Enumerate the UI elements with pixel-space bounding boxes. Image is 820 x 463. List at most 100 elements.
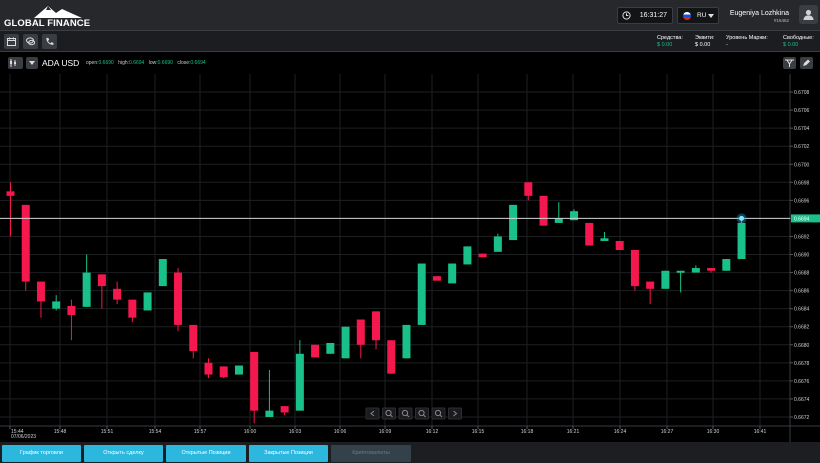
open-trade-button[interactable]: Открыть сделку [84, 445, 163, 462]
funds-label: Средства: [657, 35, 683, 41]
y-tick-label-10: 0.6688 [794, 271, 810, 277]
zoom-in-button[interactable] [415, 407, 429, 420]
candle-body-29 [448, 263, 457, 284]
x-tick-label-5: 16:00 [244, 429, 257, 435]
free-value: $ 0.00 [783, 42, 799, 48]
funds: Средства: $ 0.00 [657, 35, 683, 48]
scroll-right-button[interactable] [448, 407, 462, 420]
x-tick-label-8: 16:09 [379, 429, 392, 435]
candle-body-32 [493, 236, 502, 252]
user-icon [803, 9, 814, 20]
candle-body-26 [402, 324, 411, 359]
time-text: 16:31:27 [639, 12, 667, 19]
candle-body-5 [82, 272, 91, 307]
y-tick-label-3: 0.6702 [794, 144, 810, 150]
zoom-in-button-bg [415, 407, 429, 420]
zoom-out-button-bg [382, 407, 396, 420]
candle-body-2 [36, 281, 45, 302]
x-tick-label-2: 15:51 [101, 429, 114, 435]
bottom-bar: График торговли Открыть сделку Открытые … [0, 442, 820, 463]
chart-type-button[interactable] [8, 57, 23, 69]
candle-body-39 [600, 238, 609, 241]
x-tick-label-16: 16:41 [754, 429, 767, 435]
chart-header: ADA USD open:0.6690 high:0.6694 low:0.66… [0, 52, 820, 74]
user-id: #16462 [773, 18, 789, 23]
candle-body-12 [189, 324, 198, 352]
symbol-name: ADA USD [42, 58, 80, 68]
candle-body-0 [6, 191, 15, 196]
candle-body-36 [554, 218, 563, 223]
candle-body-41 [630, 250, 639, 287]
low-label: low: [148, 60, 158, 66]
open-positions-button[interactable]: Открытые Позиции [166, 445, 246, 462]
candle-body-8 [128, 299, 137, 318]
x-tick-label-7: 16:06 [334, 429, 347, 435]
crypto-button[interactable]: Криптовалюты [331, 445, 411, 462]
candle-body-10 [158, 259, 167, 287]
candle-body-9 [143, 292, 152, 311]
candle-body-23 [356, 319, 365, 345]
candle-body-4 [67, 305, 76, 315]
x-tick-label-6: 16:03 [289, 429, 302, 435]
zoom-fit-button[interactable] [431, 407, 446, 420]
zoom-reset-button[interactable] [398, 407, 413, 420]
close-value: 0.6694 [190, 60, 206, 66]
timeframe-dropdown[interactable] [26, 57, 38, 69]
top-bar: GLOBAL FINANCE 16:31:27 RU Eugeniya Lozh… [0, 0, 820, 31]
zoom-out-button[interactable] [382, 407, 396, 420]
candle-body-17 [265, 410, 274, 417]
pencil-icon [803, 59, 810, 66]
scroll-left-button[interactable] [365, 407, 380, 420]
equity-value: $ 0.00 [695, 42, 711, 48]
y-tick-label-8: 0.6692 [794, 234, 810, 240]
margin-level: Уровень Маржи: - [726, 35, 768, 48]
high-value: 0.6694 [129, 60, 145, 66]
x-tick-label-14: 16:27 [661, 429, 674, 435]
x-tick-label-15: 16:30 [707, 429, 720, 435]
equity-label: Эквити: [695, 35, 715, 41]
x-tick-label-3: 15:54 [149, 429, 162, 435]
funds-value: $ 0.00 [657, 42, 673, 48]
x-tick-label-9: 16:12 [426, 429, 439, 435]
x-tick-label-11: 16:18 [521, 429, 534, 435]
close-label: close: [177, 60, 191, 66]
trading-chart-button[interactable]: График торговли [2, 445, 81, 462]
calendar-icon [7, 37, 16, 46]
logo-mountains-icon [34, 6, 82, 18]
closed-positions-button[interactable]: Закрытые Позиции [249, 445, 328, 462]
language-select[interactable]: RU [677, 7, 719, 24]
scroll-left-button-bg [365, 407, 380, 420]
candle-body-47 [722, 259, 731, 271]
zoom-fit-button-bg [431, 407, 446, 420]
chart-settings-button[interactable] [783, 57, 796, 69]
candle-body-31 [478, 253, 487, 258]
x-tick-label-12: 16:21 [567, 429, 580, 435]
chevron-down-icon [29, 61, 35, 65]
indicators-icon [785, 59, 794, 67]
candle-body-38 [585, 222, 594, 246]
ohlc-info: open:0.6690 high:0.6694 low:0.6690 close… [86, 60, 209, 66]
candlestick-chart[interactable]: 0.6708 0.6706 0.6704 0.6702 0.6700 0.6698 0.66… [0, 74, 820, 442]
drawing-tools-button[interactable] [800, 57, 813, 69]
y-tick-label-14: 0.6680 [794, 343, 810, 349]
free-margin: Свободные: $ 0.00 [783, 35, 814, 48]
y-tick-label-11: 0.6686 [794, 289, 810, 295]
candle-body-45 [691, 268, 700, 273]
chat-button[interactable] [23, 34, 38, 49]
candle-body-15 [234, 365, 243, 375]
y-tick-label-16: 0.6676 [794, 379, 810, 385]
calendar-button[interactable] [4, 34, 19, 49]
candle-body-25 [387, 340, 396, 374]
candle-body-42 [646, 281, 655, 289]
phone-button[interactable] [42, 34, 57, 49]
avatar[interactable] [799, 5, 818, 24]
price-pulse-inner [739, 215, 745, 221]
candle-body-1 [21, 204, 30, 282]
logo[interactable]: GLOBAL FINANCE [4, 4, 90, 29]
candle-body-20 [311, 344, 320, 358]
server-time: 16:31:27 [617, 7, 673, 24]
y-tick-label-18: 0.6672 [794, 415, 810, 421]
candle-body-13 [204, 362, 213, 375]
candle-body-14 [219, 366, 228, 378]
candle-body-16 [250, 351, 259, 411]
